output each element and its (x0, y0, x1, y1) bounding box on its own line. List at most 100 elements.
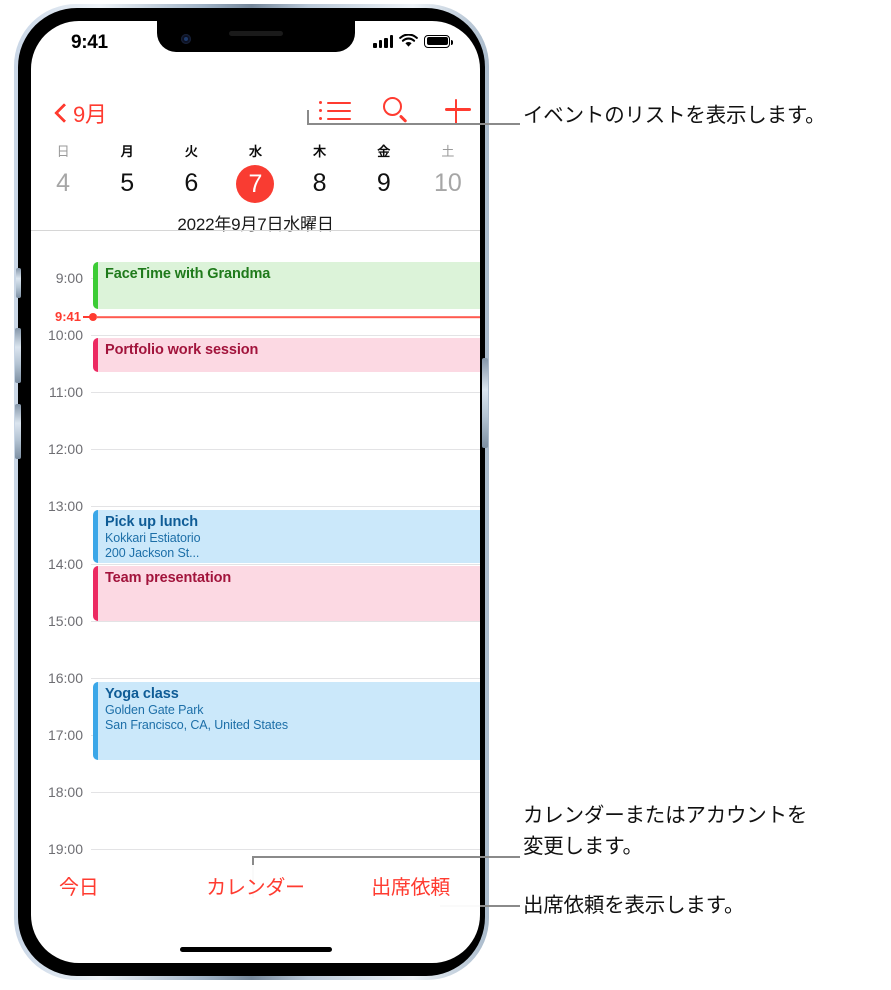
callout-change-calendar-line2: 変更します。 (523, 835, 643, 858)
week-day-number-row: 4 5 6 7 8 9 10 (31, 162, 480, 204)
phone-bezel: 9:41 9月 日 月 火 水 木 金 土 4 5 6 7 8 9 10 202… (15, 8, 488, 976)
event-accent-bar (93, 510, 98, 564)
calendar-event[interactable]: Pick up lunch Kokkari Estiatorio 200 Jacks… (93, 510, 480, 564)
event-body: FaceTime with Grandma (93, 262, 480, 283)
leader-line-list-vertical (307, 110, 309, 124)
week-day-8[interactable]: 8 (288, 162, 352, 204)
hour-line-11 (91, 392, 480, 394)
invitations-button[interactable]: 出席依頼 (371, 871, 450, 900)
weekday-label-4: 木 (313, 144, 327, 159)
weekday-label-3: 水 (248, 144, 262, 159)
callout-change-calendar: カレンダーまたはアカウントを 変更します。 (523, 800, 883, 862)
chevron-left-icon (55, 102, 68, 124)
current-time-rule (96, 316, 480, 318)
event-body: Pick up lunch Kokkari Estiatorio 200 Jacks… (93, 510, 480, 561)
event-subtitle-1: Golden Gate Park (105, 702, 204, 717)
event-body: Yoga class Golden Gate Park San Francisco,… (93, 682, 480, 733)
calendars-button[interactable]: カレンダー (206, 871, 305, 900)
callout-change-calendar-line1: カレンダーまたはアカウントを (523, 804, 808, 827)
add-event-button[interactable] (443, 95, 473, 125)
event-title: Team presentation (105, 569, 232, 586)
battery-full-icon (424, 34, 453, 48)
hour-label-10: 10:00 (47, 327, 83, 344)
search-icon (381, 95, 411, 125)
callout-invitations: 出席依頼を表示します。 (523, 894, 745, 917)
status-bar-indicators (373, 34, 453, 48)
calendar-event[interactable]: Yoga class Golden Gate Park San Francisco,… (93, 681, 480, 761)
back-to-month-button[interactable]: 9月 (55, 97, 107, 129)
hour-line-10 (91, 335, 480, 337)
navigation-bar: 9月 (31, 95, 480, 137)
hour-line-18 (91, 791, 480, 793)
week-day-9[interactable]: 9 (352, 162, 416, 204)
list-view-button[interactable] (319, 97, 351, 125)
power-button[interactable] (482, 358, 488, 448)
event-accent-bar (93, 565, 98, 621)
plus-icon (443, 95, 473, 125)
weekday-label-2: 火 (184, 144, 198, 159)
event-title: Pick up lunch (105, 514, 198, 531)
week-day-7[interactable]: 7 (223, 162, 287, 204)
hour-label-15: 15:00 (47, 612, 83, 629)
leader-line-calendar-horizontal (252, 856, 520, 858)
list-view-icon (319, 97, 351, 125)
today-button[interactable]: 今日 (59, 871, 99, 900)
status-bar-time: 9:41 (71, 32, 108, 53)
silent-switch-button[interactable] (16, 268, 21, 298)
event-accent-bar (93, 262, 98, 310)
phone-frame: 9:41 9月 日 月 火 水 木 金 土 4 5 6 7 8 9 10 202… (14, 4, 489, 980)
hour-line-16 (91, 677, 480, 679)
week-day-5[interactable]: 5 (95, 162, 159, 204)
leader-line-list-horizontal (307, 123, 520, 125)
weekday-header-row: 日月火水木金土 (31, 141, 480, 162)
volume-down-button[interactable] (15, 404, 21, 459)
event-subtitle-1: Kokkari Estiatorio (105, 531, 201, 546)
event-title: Yoga class (105, 685, 179, 702)
event-accent-bar (93, 681, 98, 761)
hour-line-13 (91, 506, 480, 508)
event-title: Portfolio work session (105, 341, 259, 358)
hour-label-13: 13:00 (47, 498, 83, 515)
hour-label-19: 19:00 (47, 841, 83, 857)
callout-list-view: イベントのリストを表示します。 (523, 104, 826, 127)
hour-line-14 (91, 563, 480, 565)
weekday-label-6: 土 (441, 144, 455, 159)
hour-label-12: 12:00 (47, 441, 83, 458)
hour-label-17: 17:00 (47, 726, 83, 743)
selected-day-circle: 7 (236, 165, 275, 204)
week-day-10[interactable]: 10 (416, 162, 480, 204)
weekday-label-0: 日 (56, 144, 70, 159)
weekday-label-5: 金 (377, 144, 391, 159)
phone-screen: 9:41 9月 日 月 火 水 木 金 土 4 5 6 7 8 9 10 202… (31, 21, 480, 963)
calendar-event[interactable]: Portfolio work session (93, 337, 480, 372)
week-day-6[interactable]: 6 (159, 162, 223, 204)
volume-up-button[interactable] (15, 328, 21, 383)
event-title: FaceTime with Grandma (105, 266, 271, 282)
event-body: Team presentation (93, 566, 480, 587)
current-time-label: 9:41 (54, 308, 81, 324)
front-camera-icon (180, 34, 191, 44)
hour-line-12 (91, 449, 480, 451)
week-strip: 日月火水木金土 4 5 6 7 8 9 10 2022年9月7日水曜日 (31, 141, 480, 235)
event-subtitle-2: 200 Jackson St... (105, 546, 200, 561)
speaker-grille-icon (228, 31, 283, 36)
bottom-toolbar: 今日 カレンダー 出席依頼 (31, 865, 480, 911)
weekday-label-1: 月 (120, 144, 134, 159)
event-accent-bar (93, 337, 98, 372)
notch (156, 21, 355, 52)
cellular-bars-icon (373, 34, 393, 48)
hour-line-15 (91, 620, 480, 622)
hour-label-11: 11:00 (49, 384, 83, 401)
back-button-label: 9月 (73, 102, 107, 127)
search-button[interactable] (381, 95, 411, 125)
calendar-event[interactable]: Team presentation (93, 565, 480, 621)
calendar-event[interactable]: FaceTime with Grandma (93, 262, 480, 310)
event-subtitle-2: San Francisco, CA, United States (105, 717, 288, 732)
hour-label-16: 16:00 (47, 669, 83, 686)
hour-label-18: 18:00 (47, 783, 83, 800)
hour-label-9: 9:00 (55, 270, 83, 286)
day-timeline-grid[interactable]: 9:00 10:00 11:00 12:00 13:00 14:00 15:00 16:00 1… (31, 231, 480, 891)
hour-line-19 (91, 849, 480, 850)
week-day-4[interactable]: 4 (31, 162, 95, 204)
home-indicator[interactable] (179, 947, 332, 952)
